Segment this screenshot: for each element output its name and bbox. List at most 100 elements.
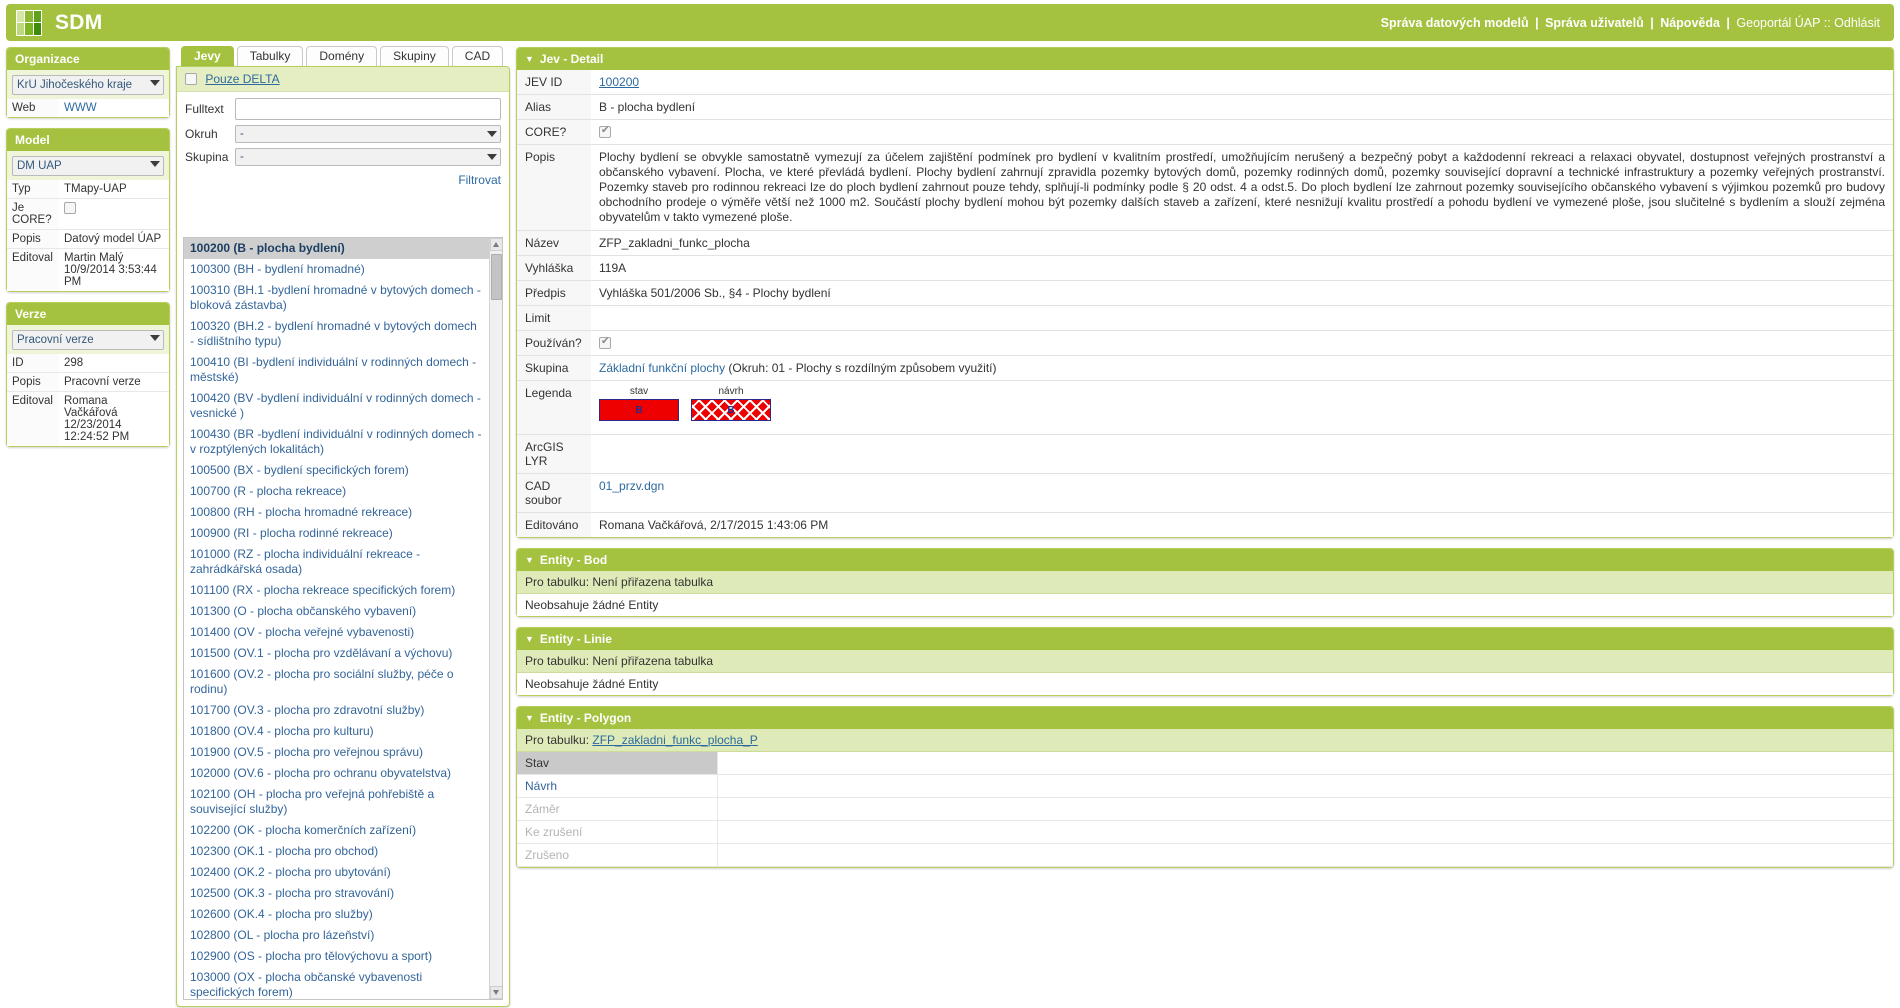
entity-polygon-pro-tabulku: Pro tabulku: ZFP_zakladni_funkc_plocha_P [517, 729, 1893, 752]
collapse-caret-icon[interactable]: ▼ [525, 555, 534, 565]
panel-entity-linie-title: Entity - Linie [539, 632, 612, 646]
table-row[interactable]: Stav [517, 752, 1893, 775]
entity-polygon-state-label[interactable]: Návrh [517, 774, 717, 798]
nav-sprava-uzivatelu[interactable]: Správa uživatelů [1545, 16, 1644, 30]
collapse-caret-icon[interactable]: ▼ [525, 713, 534, 723]
list-item[interactable]: 100310 (BH.1 -bydlení hromadné v bytovýc… [184, 280, 489, 316]
skupina-select[interactable]: - [235, 148, 501, 166]
pouze-delta-label[interactable]: Pouze DELTA [205, 72, 279, 86]
model-selectbox[interactable]: DM ÚAP [12, 156, 164, 176]
legend-item-navrh: návrh B [691, 386, 771, 421]
entity-polygon-state-label[interactable]: Zrušeno [517, 843, 717, 867]
model-select[interactable]: DM ÚAP [12, 156, 164, 176]
organizace-web-label: Web [7, 99, 59, 117]
okruh-selectbox[interactable]: - [235, 125, 501, 143]
scroll-down-icon[interactable] [490, 986, 502, 999]
list-item[interactable]: 101800 (OV.4 - plocha pro kulturu) [184, 721, 489, 742]
panel-model: Model DM ÚAP Typ TMapy-UAP Je CORE? Popi… [6, 128, 170, 292]
nav-napoveda[interactable]: Nápověda [1660, 16, 1720, 30]
pouze-delta-checkbox[interactable] [185, 73, 197, 85]
cad-file-link[interactable]: 01_przv.dgn [599, 479, 664, 493]
skupina-selectbox[interactable]: - [235, 148, 501, 166]
entity-polygon-state-label[interactable]: Záměr [517, 797, 717, 821]
jevy-list[interactable]: 100200 (B - plocha bydlení) 100300 (BH - … [183, 237, 503, 1000]
verze-select[interactable]: Pracovní verze [12, 330, 164, 350]
jevy-list-scrollbar[interactable] [489, 238, 502, 999]
legend-swatch-stav: B [599, 399, 679, 421]
nav-geoportal-odhlasit[interactable]: Geoportál ÚAP :: Odhlásit [1736, 16, 1880, 30]
core-checkbox[interactable] [599, 125, 611, 138]
list-item[interactable]: 101600 (OV.2 - plocha pro sociální služb… [184, 664, 489, 700]
model-core-checkbox[interactable] [64, 202, 76, 214]
scrollbar-thumb[interactable] [491, 254, 502, 300]
list-item[interactable]: 101000 (RZ - plocha individuální rekreac… [184, 544, 489, 580]
table-row[interactable]: Záměr [517, 797, 1893, 821]
verze-id-value: 298 [64, 357, 84, 369]
list-item[interactable]: 102600 (OK.4 - plocha pro služby) [184, 904, 489, 925]
list-item[interactable]: 100420 (BV -bydlení individuální v rodin… [184, 388, 489, 424]
list-item[interactable]: 100200 (B - plocha bydlení) [184, 238, 489, 259]
list-item[interactable]: 102800 (OL - plocha pro lázeňství) [184, 925, 489, 946]
okruh-select[interactable]: - [235, 125, 501, 143]
table-row: Používán? [517, 330, 1893, 356]
collapse-caret-icon[interactable]: ▼ [525, 54, 534, 64]
tab-tabulky[interactable]: Tabulky [236, 46, 304, 66]
table-row[interactable]: Ke zrušení [517, 820, 1893, 844]
search-input[interactable] [235, 98, 501, 120]
table-row: Alias B - plocha bydlení [517, 94, 1893, 120]
app-header: SDM Správa datových modelů | Správa uživ… [6, 4, 1894, 41]
filtrovat-button[interactable]: Filtrovat [458, 173, 501, 187]
organizace-selectbox[interactable]: KrÚ Jihočeského kraje [12, 75, 164, 95]
entity-polygon-state-value [716, 797, 1893, 821]
list-item[interactable]: 102500 (OK.3 - plocha pro stravování) [184, 883, 489, 904]
panel-entity-linie-header[interactable]: ▼ Entity - Linie [517, 628, 1893, 650]
list-item[interactable]: 102200 (OK - plocha komerčních zařízení) [184, 820, 489, 841]
skupina-link[interactable]: Základní funkční plochy [599, 361, 725, 375]
pouzivan-checkbox[interactable] [599, 336, 611, 349]
table-row[interactable]: Zrušeno [517, 843, 1893, 867]
list-item[interactable]: 100500 (BX - bydlení specifických forem) [184, 460, 489, 481]
list-item[interactable]: 102300 (OK.1 - plocha pro obchod) [184, 841, 489, 862]
nav-sprava-datovych-modelu[interactable]: Správa datových modelů [1381, 16, 1529, 30]
entity-polygon-table-link[interactable]: ZFP_zakladni_funkc_plocha_P [592, 733, 757, 747]
verze-selectbox[interactable]: Pracovní verze [12, 330, 164, 350]
model-core-label: Je CORE? [7, 198, 59, 230]
panel-entity-bod-header[interactable]: ▼ Entity - Bod [517, 549, 1893, 571]
legend-caption-stav: stav [629, 386, 649, 397]
tab-jevy[interactable]: Jevy [181, 46, 234, 66]
collapse-caret-icon[interactable]: ▼ [525, 634, 534, 644]
list-item[interactable]: 101500 (OV.1 - plocha pro vzdělávaní a v… [184, 643, 489, 664]
panel-entity-polygon-header[interactable]: ▼ Entity - Polygon [517, 707, 1893, 729]
organizace-web-link[interactable]: WWW [64, 102, 97, 114]
list-item[interactable]: 101300 (O - plocha občanského vybavení) [184, 601, 489, 622]
tab-domeny[interactable]: Domény [306, 46, 378, 66]
jev-id-link[interactable]: 100200 [599, 75, 639, 89]
scroll-up-icon[interactable] [490, 238, 502, 251]
entity-polygon-state-label[interactable]: Stav [517, 752, 717, 775]
model-select-wrap: DM ÚAP [7, 151, 169, 180]
list-item[interactable]: 100900 (RI - plocha rodinné rekreace) [184, 523, 489, 544]
list-item[interactable]: 100320 (BH.2 - bydlení hromadné v bytový… [184, 316, 489, 352]
list-item[interactable]: 102400 (OK.2 - plocha pro ubytování) [184, 862, 489, 883]
list-item[interactable]: 100410 (BI -bydlení individuální v rodin… [184, 352, 489, 388]
entity-polygon-state-label[interactable]: Ke zrušení [517, 820, 717, 844]
list-item[interactable]: 100800 (RH - plocha hromadné rekreace) [184, 502, 489, 523]
list-item[interactable]: 103000 (OX - plocha občanské vybavenosti… [184, 967, 489, 999]
list-item[interactable]: 101700 (OV.3 - plocha pro zdravotní služ… [184, 700, 489, 721]
list-item[interactable]: 102000 (OV.6 - plocha pro ochranu obyvat… [184, 763, 489, 784]
list-item[interactable]: 100700 (R - plocha rekreace) [184, 481, 489, 502]
list-item[interactable]: 101400 (OV - plocha veřejné vybavenosti) [184, 622, 489, 643]
table-row[interactable]: Návrh [517, 774, 1893, 798]
panel-jev-detail-header[interactable]: ▼ Jev - Detail [517, 48, 1893, 70]
list-item[interactable]: 102100 (OH - plocha pro veřejná pohřebiš… [184, 784, 489, 820]
tab-cad[interactable]: CAD [451, 46, 504, 66]
predpis-value: Vyhláška 501/2006 Sb., §4 - Plochy bydle… [591, 280, 1893, 306]
list-item[interactable]: 101100 (RX - plocha rekreace specifickýc… [184, 580, 489, 601]
list-item[interactable]: 100430 (BR -bydlení individuální v rodin… [184, 424, 489, 460]
table-row: Popis Datový model ÚAP [7, 229, 169, 249]
list-item[interactable]: 101900 (OV.5 - plocha pro veřejnou správ… [184, 742, 489, 763]
organizace-select[interactable]: KrÚ Jihočeského kraje [12, 75, 164, 95]
list-item[interactable]: 100300 (BH - bydlení hromadné) [184, 259, 489, 280]
list-item[interactable]: 102900 (OS - plocha pro tělovýchovu a sp… [184, 946, 489, 967]
tab-skupiny[interactable]: Skupiny [380, 46, 449, 66]
